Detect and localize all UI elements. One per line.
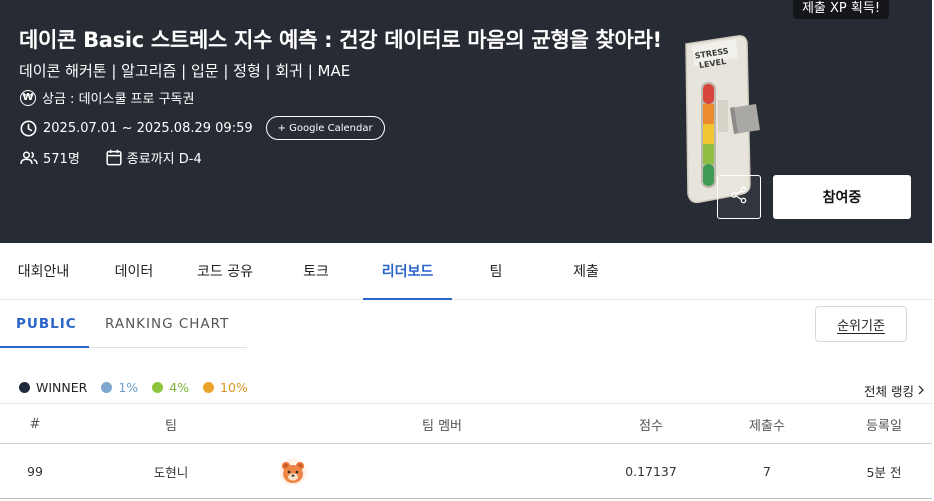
legend-label: WINNER bbox=[36, 380, 88, 395]
tab-leaderboard-label: 리더보드 bbox=[381, 264, 434, 280]
header-score: 점수 bbox=[639, 418, 663, 434]
stats-row: 571명 종료까지 D-4 bbox=[20, 148, 202, 167]
ranking-criteria-button[interactable]: 순위기준 bbox=[815, 306, 907, 342]
legend-top-1: 1% bbox=[101, 380, 138, 395]
active-tab-indicator bbox=[363, 298, 452, 300]
row-score: 0.17137 bbox=[625, 463, 677, 479]
tab-code-share[interactable]: 코드 공유 bbox=[184, 243, 266, 299]
legend-dot bbox=[19, 382, 30, 393]
people-icon bbox=[20, 150, 38, 165]
header-rank: # bbox=[29, 416, 41, 432]
prize-text: 상금 : 데이스쿨 프로 구독권 bbox=[42, 92, 195, 107]
chevron-right-icon bbox=[918, 383, 924, 398]
prize-row: ₩ 상금 : 데이스쿨 프로 구독권 bbox=[20, 88, 194, 107]
header-team: 팀 bbox=[165, 418, 177, 434]
legend-top-4: 4% bbox=[152, 380, 189, 395]
legend-winner: WINNER bbox=[19, 380, 87, 395]
join-button[interactable]: 참여중 bbox=[773, 175, 911, 219]
deadline-text: 종료까지 D-4 bbox=[126, 152, 202, 167]
legend-dot bbox=[203, 382, 215, 393]
won-icon: ₩ bbox=[20, 89, 36, 106]
leaderboard-header: # 팀 팀 멤버 점수 제출수 등록일 bbox=[0, 403, 932, 444]
competition-tags: 데이콘 해커톤 | 알고리즘 | 입문 | 정형 | 회귀 | MAE bbox=[19, 62, 351, 80]
subtab-ranking-chart[interactable]: RANKING CHART bbox=[105, 300, 229, 348]
legend-dot bbox=[101, 382, 113, 393]
header-submissions: 제출수 bbox=[749, 418, 785, 434]
legend-label: 1% bbox=[118, 380, 139, 395]
table-row[interactable]: 99 도현니 0.17137 7 5분 전 bbox=[0, 444, 932, 499]
header-members: 팀 멤버 bbox=[421, 418, 463, 434]
row-submissions: 7 bbox=[763, 463, 771, 479]
legend-label: 4% bbox=[169, 380, 190, 395]
clock-icon bbox=[20, 120, 37, 137]
share-icon bbox=[730, 186, 748, 208]
competition-title: 데이콘 Basic 스트레스 지수 예측 : 건강 데이터로 마음의 균형을 찾… bbox=[19, 28, 662, 52]
xp-badge: 제출 XP 획득! bbox=[793, 0, 889, 19]
active-subtab-indicator bbox=[0, 346, 89, 348]
tab-overview[interactable]: 대회안내 bbox=[0, 243, 87, 299]
share-button[interactable] bbox=[717, 175, 761, 219]
tab-talk[interactable]: 토크 bbox=[276, 243, 356, 299]
header-date: 등록일 bbox=[866, 418, 902, 434]
period-row: 2025.07.01 ~ 2025.08.29 09:59 + Google C… bbox=[20, 116, 385, 140]
competition-tabs: 대회안내 데이터 코드 공유 토크 리더보드 팀 제출 bbox=[0, 243, 932, 300]
avatar[interactable] bbox=[279, 458, 307, 486]
tab-leaderboard[interactable]: 리더보드 bbox=[363, 243, 452, 300]
google-calendar-button[interactable]: + Google Calendar bbox=[265, 116, 385, 140]
period-text: 2025.07.01 ~ 2025.08.29 09:59 bbox=[43, 120, 253, 136]
row-rank: 99 bbox=[27, 463, 43, 479]
row-date: 5분 전 bbox=[866, 464, 902, 480]
tab-submit[interactable]: 제출 bbox=[546, 243, 626, 299]
rank-legend: WINNER 1% 4% 10% bbox=[19, 380, 262, 395]
all-ranking-label: 전체 랭킹 bbox=[864, 384, 914, 399]
all-ranking-link[interactable]: 전체 랭킹 bbox=[864, 381, 924, 400]
legend-label: 10% bbox=[220, 380, 248, 395]
legend-top-10: 10% bbox=[203, 380, 248, 395]
leaderboard-subtabs: PUBLIC RANKING CHART bbox=[0, 300, 247, 348]
row-team[interactable]: 도현니 bbox=[154, 444, 189, 498]
legend-dot bbox=[152, 382, 164, 393]
tab-team[interactable]: 팀 bbox=[456, 243, 536, 299]
tab-data[interactable]: 데이터 bbox=[97, 243, 171, 299]
competition-hero: 데이콘 Basic 스트레스 지수 예측 : 건강 데이터로 마음의 균형을 찾… bbox=[0, 0, 932, 243]
calendar-icon bbox=[106, 149, 122, 166]
participants-count: 571명 bbox=[43, 152, 80, 167]
subtab-public[interactable]: PUBLIC bbox=[16, 300, 77, 348]
